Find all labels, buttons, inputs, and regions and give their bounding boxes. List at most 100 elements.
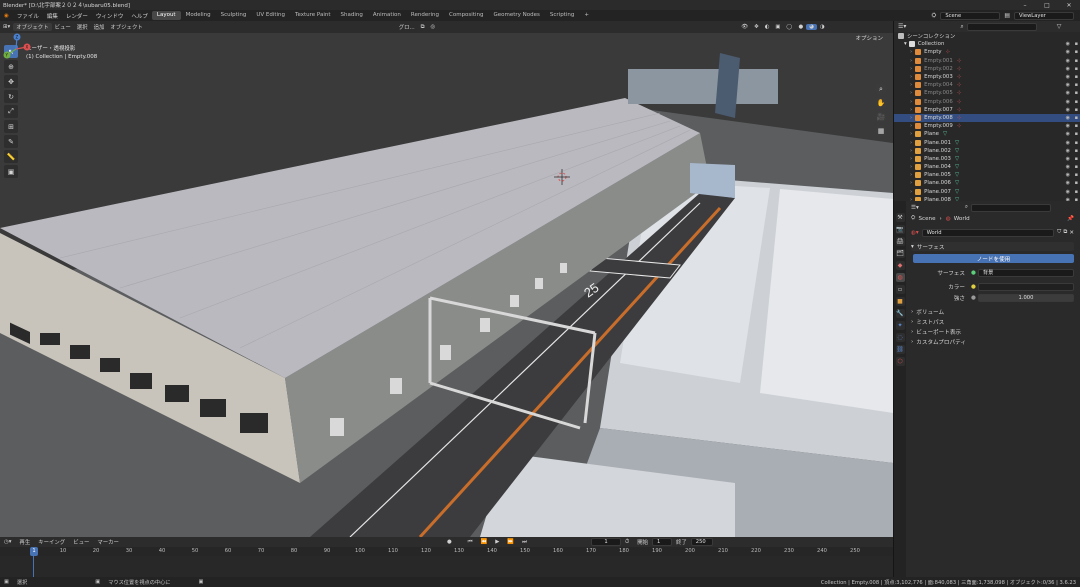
viewlayer-tab-icon[interactable]: 🗂 [895,249,905,258]
mesh-data-icon[interactable]: ▽ [943,131,947,137]
expand-arrow-icon[interactable]: › [910,156,912,162]
expand-arrow-icon[interactable]: › [910,115,912,121]
scene-selector[interactable]: Scene [940,11,1001,20]
outliner-item[interactable]: › Plane.001 ▽ ◉ ▪ [894,138,1080,146]
outliner-item[interactable]: › Empty ⊹ ◉ ▪ [894,48,1080,56]
timeline-body[interactable] [0,556,893,577]
menu-timeline-view[interactable]: ビュー [69,538,93,546]
menu-help[interactable]: ヘルプ [127,12,152,20]
object-tab-icon[interactable]: ■ [895,297,905,306]
camera-icon[interactable]: ▪ [1075,66,1078,72]
menu-window[interactable]: ウィンドウ [92,12,128,20]
prev-key-icon[interactable]: ⏪ [477,539,492,545]
expand-arrow-icon[interactable]: › [910,82,912,88]
empty-data-icon[interactable]: ⊹ [957,99,962,105]
close-icon[interactable]: ✕ [1058,0,1080,10]
eye-icon[interactable]: ◉ [1066,115,1070,121]
surface-panel-header[interactable]: ▾ サーフェス [911,242,1074,251]
mode-dropdown[interactable]: オブジェクト [13,23,52,31]
tab-shading[interactable]: Shading [336,11,368,20]
expand-arrow-icon[interactable]: › [910,180,912,186]
eye-icon[interactable]: ◉ [1066,82,1070,88]
gizmo-icon[interactable]: ✥ [751,24,762,30]
play-icon[interactable]: ▶ [491,539,503,545]
expand-arrow-icon[interactable]: › [910,189,912,195]
viewlayer-selector[interactable]: ViewLayer [1014,11,1074,20]
playhead[interactable]: 1 [30,547,38,556]
shading-wire-icon[interactable]: ◯ [783,24,795,30]
scene-collection-row[interactable]: シーンコレクション [894,32,1080,40]
outliner-item[interactable]: › Empty.002 ⊹ ◉ ▪ [894,65,1080,73]
properties-search-input[interactable] [970,203,1051,212]
outliner-item[interactable]: › Empty.005 ⊹ ◉ ▪ [894,89,1080,97]
collection-row[interactable]: ▾ Collection ◉ ▪ [894,40,1080,48]
menu-playback[interactable]: 再生 [15,538,34,546]
outliner-item[interactable]: › Empty.006 ⊹ ◉ ▪ [894,98,1080,106]
expand-arrow-icon[interactable]: › [910,107,912,113]
camera-icon[interactable]: ▪ [1075,58,1078,64]
outliner-search-input[interactable] [966,22,1037,31]
outliner-item[interactable]: › Plane.002 ▽ ◉ ▪ [894,147,1080,155]
outliner-item[interactable]: › Plane.006 ▽ ◉ ▪ [894,179,1080,187]
ortho-toggle-icon[interactable]: ▦ [875,125,887,137]
camera-view-icon[interactable]: 🎥 [875,111,887,123]
jump-end-icon[interactable]: ⏭ [518,539,531,546]
zoom-icon[interactable]: ⌕ [875,83,887,95]
new-world-icon[interactable]: ⧉ [1063,229,1067,236]
outliner-item[interactable]: › Empty.009 ⊹ ◉ ▪ [894,122,1080,130]
mist-panel-header[interactable]: › ミストパス [911,317,1074,326]
expand-arrow-icon[interactable]: › [910,148,912,154]
eye-icon[interactable]: ◉ [1066,58,1070,64]
menu-view[interactable]: ビュー [52,23,74,31]
tab-sculpting[interactable]: Sculpting [216,11,252,20]
menu-keying[interactable]: キーイング [34,538,69,546]
outliner-item[interactable]: › Plane ▽ ◉ ▪ [894,130,1080,138]
eye-icon[interactable]: ◉ [1066,164,1070,170]
eye-icon[interactable]: ◉ [1066,90,1070,96]
strength-field[interactable]: 1.000 [977,293,1074,302]
options-dropdown[interactable]: オプション [855,34,883,42]
jump-start-icon[interactable]: ⏮ [464,539,477,546]
eye-icon[interactable]: ◉ [1066,49,1070,55]
custom-properties-panel-header[interactable]: › カスタムプロパティ [911,337,1074,346]
empty-data-icon[interactable]: ⊹ [957,123,962,129]
data-tab-icon[interactable]: ⬡ [895,357,905,366]
mesh-data-icon[interactable]: ▽ [955,148,959,154]
tab-uv-editing[interactable]: UV Editing [251,11,290,20]
mesh-data-icon[interactable]: ▽ [955,172,959,178]
camera-icon[interactable]: ▪ [1075,41,1078,47]
menu-render[interactable]: レンダー [62,12,92,20]
outliner-item[interactable]: › Plane.003 ▽ ◉ ▪ [894,155,1080,163]
overlay-icon[interactable]: ◐ [762,24,773,30]
expand-arrow-icon[interactable]: › [910,131,912,137]
empty-data-icon[interactable]: ⊹ [957,115,962,121]
expand-arrow-icon[interactable]: › [910,172,912,178]
properties-editor-icon[interactable]: ☰▾ [911,205,919,211]
camera-icon[interactable]: ▪ [1075,172,1078,178]
tab-texture-paint[interactable]: Texture Paint [290,11,336,20]
eye-icon[interactable]: ◉ [1066,131,1070,137]
shading-render-icon[interactable]: ◑ [817,24,828,30]
camera-icon[interactable]: ▪ [1075,123,1078,129]
menu-add[interactable]: 追加 [91,23,108,31]
menu-select[interactable]: 選択 [74,23,91,31]
collection-tab-icon[interactable]: ▫ [895,285,905,294]
properties-search-icon[interactable]: ⌕ [965,204,968,211]
eye-icon[interactable]: ◉ [1066,172,1070,178]
expand-arrow-icon[interactable]: › [910,58,912,64]
physics-tab-icon[interactable]: ◌ [895,333,905,342]
empty-data-icon[interactable]: ⊹ [957,58,962,64]
tab-modeling[interactable]: Modeling [181,11,216,20]
pin-icon[interactable]: 📌 [1067,216,1074,222]
viewport-display-panel-header[interactable]: › ビューポート表示 [911,327,1074,336]
camera-icon[interactable]: ▪ [1075,99,1078,105]
outliner-item[interactable]: › Empty.001 ⊹ ◉ ▪ [894,57,1080,65]
render-tab-icon[interactable]: 📷 [895,225,905,234]
eye-icon[interactable]: ◉ [1066,74,1070,80]
output-tab-icon[interactable]: 🖨 [895,237,905,246]
eye-icon[interactable]: ◉ [1066,41,1070,47]
mesh-data-icon[interactable]: ▽ [955,156,959,162]
tab-rendering[interactable]: Rendering [406,11,444,20]
navigation-gizmo[interactable]: X Y Z [0,33,32,65]
eye-icon[interactable]: ◉ [1066,140,1070,146]
